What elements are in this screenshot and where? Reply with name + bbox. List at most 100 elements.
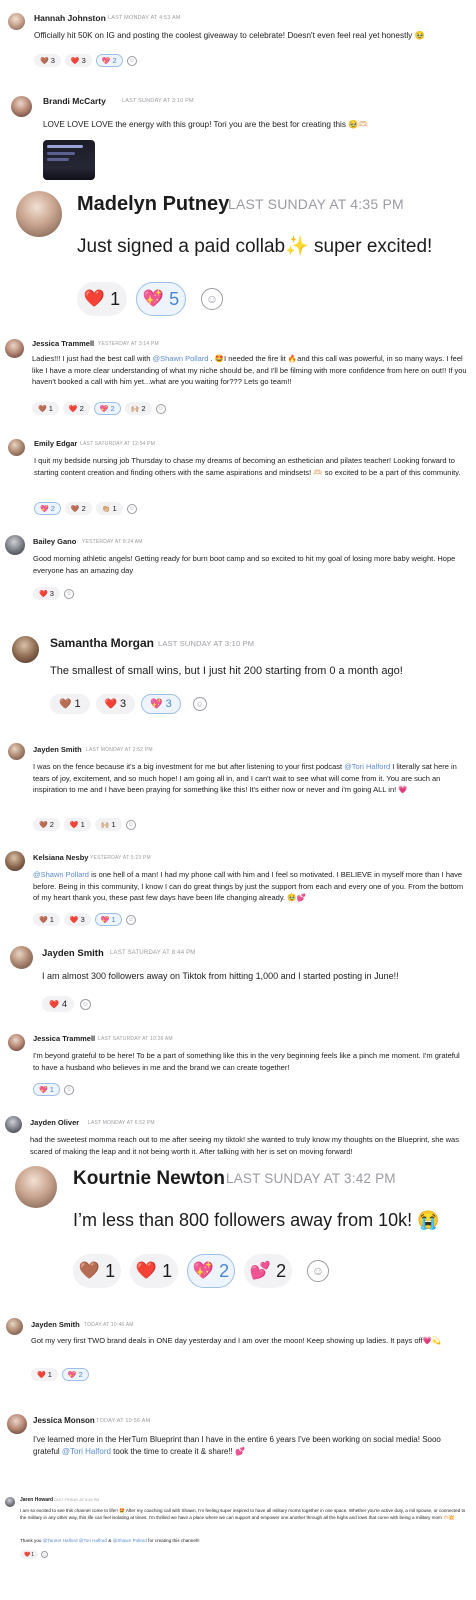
add-reaction-icon[interactable]: ☺ xyxy=(125,914,136,925)
timestamp: YESTERDAY AT 5:23 PM xyxy=(90,855,151,861)
author-name[interactable]: Brandi McCarty xyxy=(43,96,106,106)
author-name[interactable]: Jayden Oliver xyxy=(30,1118,79,1127)
reaction-bar: ❤️ 1 ☺ xyxy=(20,1550,49,1559)
avatar[interactable] xyxy=(5,339,24,358)
author-name[interactable]: Jessica Trammell xyxy=(32,339,94,348)
reaction-pill[interactable]: 🤎 2 xyxy=(33,818,60,831)
avatar[interactable] xyxy=(5,1497,15,1507)
avatar[interactable] xyxy=(8,1034,25,1051)
timestamp: YESTERDAY AT 3:14 PM xyxy=(98,341,159,347)
reaction-pill[interactable]: ❤️ 3 xyxy=(33,587,60,600)
avatar[interactable] xyxy=(5,1116,22,1133)
reaction-pill[interactable]: 💖 2 xyxy=(95,54,123,67)
author-name[interactable]: Jayden Smith xyxy=(33,745,82,754)
author-name[interactable]: Madelyn Putney xyxy=(77,193,229,216)
reaction-pill[interactable]: ❤️ 1 xyxy=(31,1368,58,1381)
author-name[interactable]: Emily Edgar xyxy=(34,439,77,448)
mention-link[interactable]: @Shawn Pollard xyxy=(152,354,208,363)
reaction-pill[interactable]: ❤️ 1 xyxy=(130,1254,178,1288)
reaction-pill[interactable]: 🤎 1 xyxy=(50,694,90,714)
author-name[interactable]: Jayden Smith xyxy=(31,1320,80,1329)
reaction-pill[interactable]: ❤️ 1 xyxy=(20,1550,39,1559)
mention-link[interactable]: @Tori Halford xyxy=(344,762,390,771)
avatar[interactable] xyxy=(16,191,62,237)
reaction-pill[interactable]: ❤️ 3 xyxy=(95,694,136,714)
add-reaction-icon[interactable]: ☺ xyxy=(192,697,207,711)
reaction-pill[interactable]: 🙌🏼 2 xyxy=(124,402,152,415)
author-name[interactable]: Bailey Gano xyxy=(33,537,76,546)
mention-link[interactable]: @Tori Halford xyxy=(62,1447,111,1456)
avatar[interactable] xyxy=(7,1414,27,1434)
reaction-bar: ❤️ 4 ☺ xyxy=(42,996,91,1012)
reaction-pill[interactable]: 💖 2 xyxy=(187,1254,235,1288)
reaction-pill[interactable]: 💖 2 xyxy=(93,402,121,415)
author-name[interactable]: Samantha Morgan xyxy=(50,636,154,650)
reaction-pill[interactable]: 🙌🏼 1 xyxy=(94,818,122,831)
author-name[interactable]: Jaren Howard xyxy=(20,1497,53,1503)
add-reaction-icon[interactable]: ☺ xyxy=(63,588,74,599)
timestamp: LAST SATURDAY AT 8:44 PM xyxy=(110,950,196,956)
add-reaction-icon[interactable]: ☺ xyxy=(125,819,136,830)
add-reaction-icon[interactable]: ☺ xyxy=(126,55,137,66)
reaction-pill[interactable]: 💖 1 xyxy=(94,913,122,926)
reaction-pill[interactable]: 🤎 1 xyxy=(73,1254,121,1288)
reaction-pill[interactable]: 💕 2 xyxy=(244,1254,292,1288)
reaction-pill[interactable]: 💖 1 xyxy=(33,1083,60,1096)
avatar[interactable] xyxy=(8,439,25,456)
reaction-pill[interactable]: ❤️ 4 xyxy=(42,996,74,1012)
add-reaction-icon[interactable]: ☺ xyxy=(155,403,166,414)
reaction-bar: 🤎 1 ❤️ 2 💖 2 🙌🏼 2 ☺ xyxy=(32,402,166,415)
mention-link[interactable]: @Shawn Pollard xyxy=(113,1538,147,1543)
add-reaction-icon[interactable]: ☺ xyxy=(307,1260,329,1282)
reaction-pill[interactable]: 💖 2 xyxy=(61,1368,89,1381)
reaction-pill[interactable]: 🤎 3 xyxy=(34,54,61,67)
message-text: Officially hit 50K on IG and posting the… xyxy=(34,31,425,40)
reaction-bar: 🤎 1 ❤️ 3 💖 3 ☺ xyxy=(50,694,207,714)
avatar[interactable] xyxy=(8,743,25,760)
message-text: I am so excited to see this channel come… xyxy=(20,1508,466,1521)
message-text: The smallest of small wins, but I just h… xyxy=(50,665,403,677)
avatar[interactable] xyxy=(8,13,25,30)
add-reaction-icon[interactable]: ☺ xyxy=(41,1551,49,1558)
reaction-pill[interactable]: ❤️ 2 xyxy=(62,402,90,415)
timestamp: LAST MONDAY AT 6:52 PM xyxy=(88,1120,155,1126)
avatar[interactable] xyxy=(5,851,25,871)
avatar[interactable] xyxy=(5,535,25,555)
add-reaction-icon[interactable]: ☺ xyxy=(126,503,137,514)
reaction-pill[interactable]: ❤️ 3 xyxy=(64,54,92,67)
reaction-pill[interactable]: 🤎 2 xyxy=(64,502,92,515)
add-reaction-icon[interactable]: ☺ xyxy=(63,1084,74,1095)
author-name[interactable]: Jessica Monson xyxy=(33,1416,95,1425)
avatar[interactable] xyxy=(10,946,33,969)
reaction-pill[interactable]: 💖 5 xyxy=(136,282,186,316)
mention-link[interactable]: @Tanner Halford @Tori Halford xyxy=(43,1538,107,1543)
reaction-pill[interactable]: 🤎 1 xyxy=(32,402,59,415)
reaction-pill[interactable]: 💖 3 xyxy=(141,694,181,714)
avatar[interactable] xyxy=(6,1318,23,1335)
avatar[interactable] xyxy=(15,1166,57,1208)
reaction-pill[interactable]: ❤️ 1 xyxy=(63,818,91,831)
timestamp: LAST SUNDAY AT 3:10 PM xyxy=(122,98,194,104)
add-reaction-icon[interactable]: ☺ xyxy=(79,998,91,1010)
image-attachment[interactable] xyxy=(43,140,95,180)
text-part: I was on the fence because it's a big in… xyxy=(33,762,345,771)
reaction-pill[interactable]: ❤️ 1 xyxy=(77,282,127,316)
author-name[interactable]: Kelsiana Nesby xyxy=(33,853,88,862)
reaction-pill[interactable]: 🤎 1 xyxy=(33,913,60,926)
reaction-pill[interactable]: 👏🏼 1 xyxy=(95,502,123,515)
avatar[interactable] xyxy=(12,636,39,663)
reaction-pill[interactable]: 💖 2 xyxy=(34,502,61,515)
timestamp: YESTERDAY AT 8:24 AM xyxy=(82,539,143,545)
reaction-pill[interactable]: ❤️ 3 xyxy=(63,913,91,926)
reaction-bar: 🤎 1 ❤️ 1 💖 2 💕 2 ☺ xyxy=(73,1254,329,1288)
add-reaction-icon[interactable]: ☺ xyxy=(201,288,223,310)
mention-link[interactable]: @Shawn Pollard xyxy=(33,870,89,879)
author-name[interactable]: Hannah Johnston xyxy=(34,13,106,23)
author-name[interactable]: Jayden Smith xyxy=(42,948,104,959)
reaction-bar: 🤎 2 ❤️ 1 🙌🏼 1 ☺ xyxy=(33,818,136,831)
avatar[interactable] xyxy=(11,96,32,117)
author-name[interactable]: Jessica Trammell xyxy=(33,1034,95,1043)
message-text: LOVE LOVE LOVE the energy with this grou… xyxy=(43,120,369,129)
text-part: Thank you xyxy=(20,1538,43,1543)
author-name[interactable]: Kourtnie Newton xyxy=(73,1168,225,1190)
